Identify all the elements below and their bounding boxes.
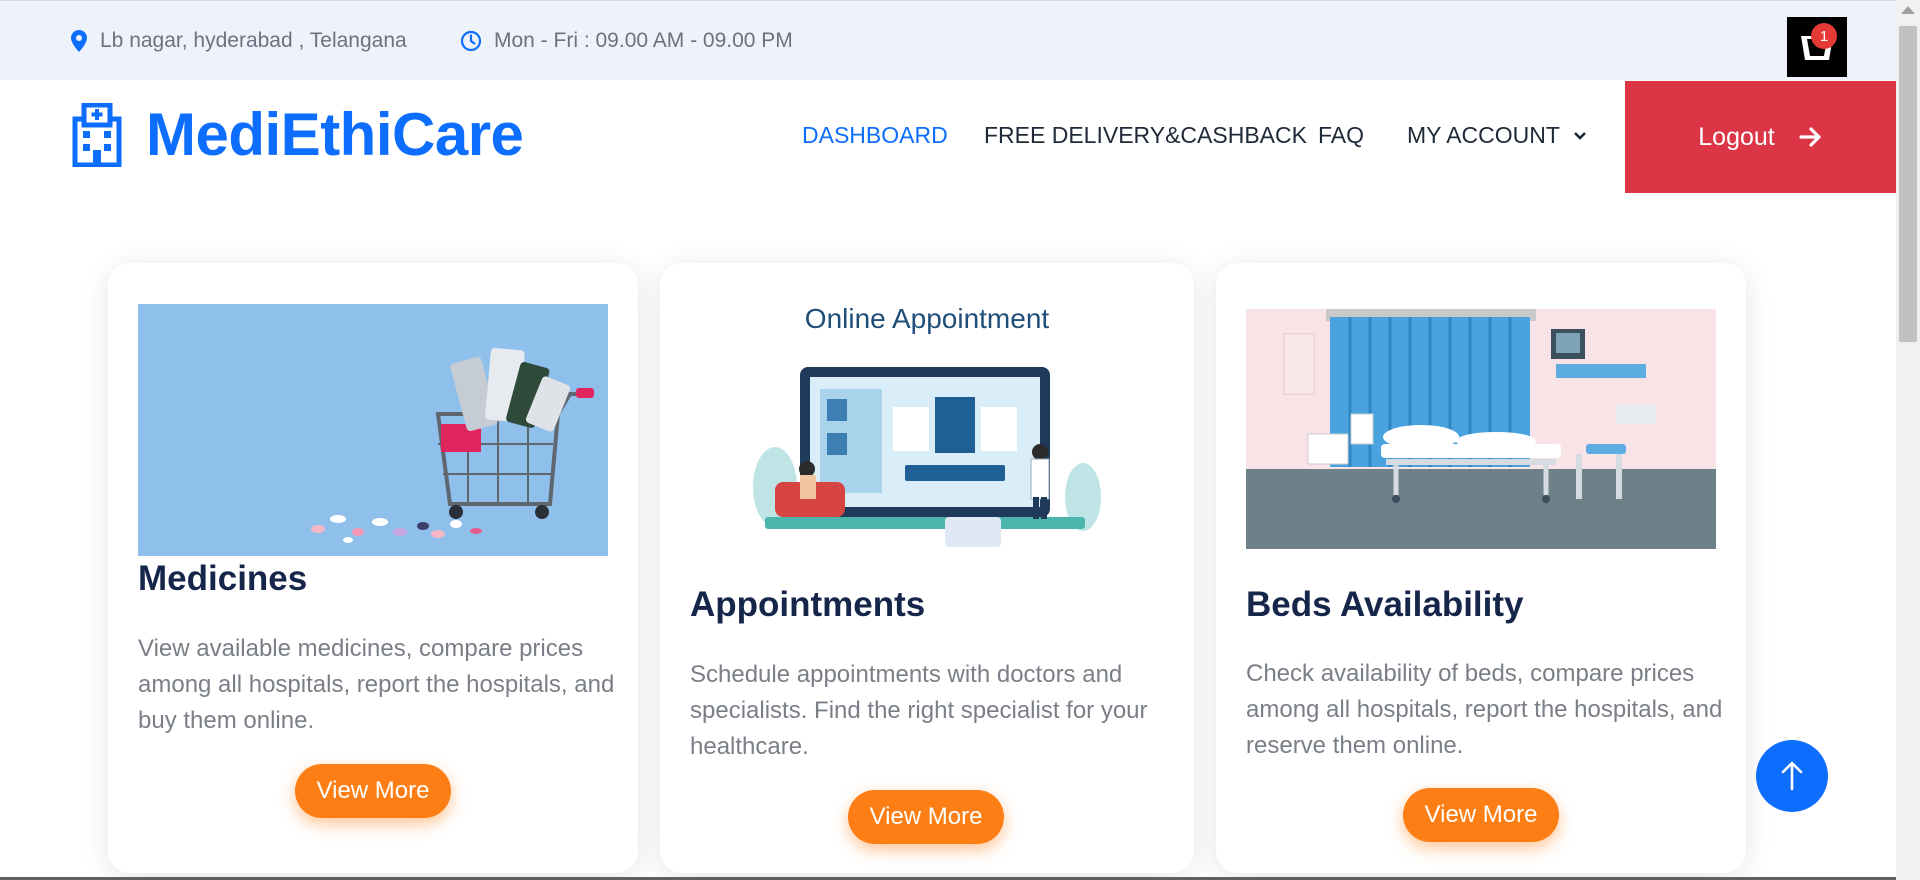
location-text: Lb nagar, hyderabad , Telangana: [100, 29, 407, 52]
logout-button[interactable]: Logout: [1625, 81, 1896, 193]
arrow-up-icon: [1781, 761, 1803, 791]
cart-button[interactable]: 1: [1787, 17, 1847, 77]
nav-free-delivery[interactable]: FREE DELIVERY&CASHBACK: [984, 122, 1307, 149]
chevron-down-icon: [1574, 131, 1586, 140]
hospital-icon: [72, 102, 122, 167]
medicines-card: Medicines View available medicines, comp…: [108, 263, 638, 873]
hours-text: Mon - Fri : 09.00 AM - 09.00 PM: [494, 29, 793, 52]
nav-dashboard[interactable]: DASHBOARD: [802, 122, 948, 149]
medicines-image: [138, 304, 608, 556]
hours-info: Mon - Fri : 09.00 AM - 09.00 PM: [460, 1, 793, 81]
nav-faq[interactable]: FAQ: [1318, 122, 1364, 149]
top-info-bar: Lb nagar, hyderabad , Telangana Mon - Fr…: [0, 0, 1896, 80]
appointments-description: Schedule appointments with doctors and s…: [690, 661, 1148, 760]
clock-icon: [460, 30, 482, 52]
nav-my-account-label: MY ACCOUNT: [1407, 122, 1560, 148]
arrow-right-icon: [1799, 127, 1821, 147]
beds-view-more-button[interactable]: View More: [1403, 788, 1559, 842]
nav-my-account[interactable]: MY ACCOUNT: [1407, 122, 1588, 149]
back-to-top-button[interactable]: [1756, 740, 1828, 812]
brand-logo[interactable]: MediEthiCare: [70, 100, 524, 169]
beds-title: Beds Availability: [1246, 585, 1524, 624]
medicines-description: View available medicines, compare prices…: [138, 635, 615, 734]
beds-image: [1246, 309, 1716, 549]
logout-label: Logout: [1698, 122, 1775, 151]
appointments-card: Online Appointment Appointments Schedule…: [660, 263, 1194, 873]
online-appointment-caption: Online Appointment: [804, 303, 1050, 334]
location-pin-icon: [71, 30, 87, 52]
scroll-up-arrow-icon[interactable]: [1901, 6, 1915, 14]
medicines-title: Medicines: [138, 559, 308, 598]
beds-card: Beds Availability Check availability of …: [1216, 263, 1746, 873]
location-info: Lb nagar, hyderabad , Telangana: [70, 1, 407, 81]
scrollbar-thumb[interactable]: [1899, 26, 1917, 342]
brand-name: MediEthiCare: [146, 101, 524, 168]
beds-description: Check availability of beds, compare pric…: [1246, 660, 1723, 759]
appointments-view-more-button[interactable]: View More: [848, 790, 1004, 844]
cart-count-badge: 1: [1811, 23, 1837, 49]
medicines-view-more-button[interactable]: View More: [295, 764, 451, 818]
appointments-image: [753, 367, 1101, 547]
appointments-title: Appointments: [690, 585, 926, 624]
